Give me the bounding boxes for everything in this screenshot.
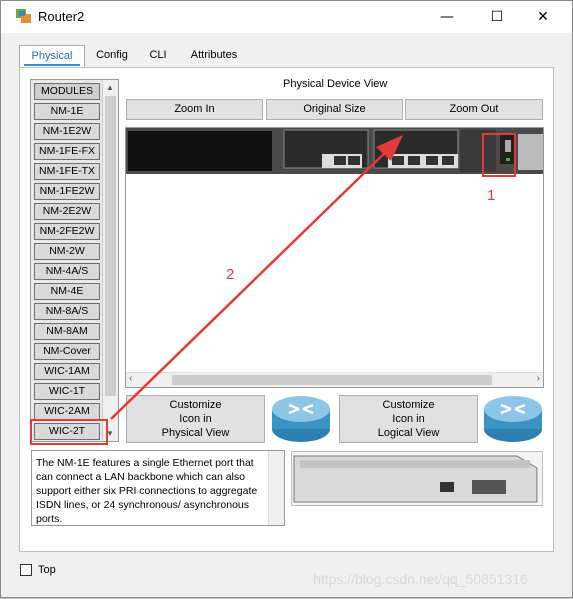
router-config-window: Router2 — ☐ ✕ Physical Config CLI Attrib… [0, 0, 573, 598]
watermark-text: https://blog.csdn.net/qq_50851316 [313, 571, 528, 587]
annotation-arrow [110, 135, 403, 420]
